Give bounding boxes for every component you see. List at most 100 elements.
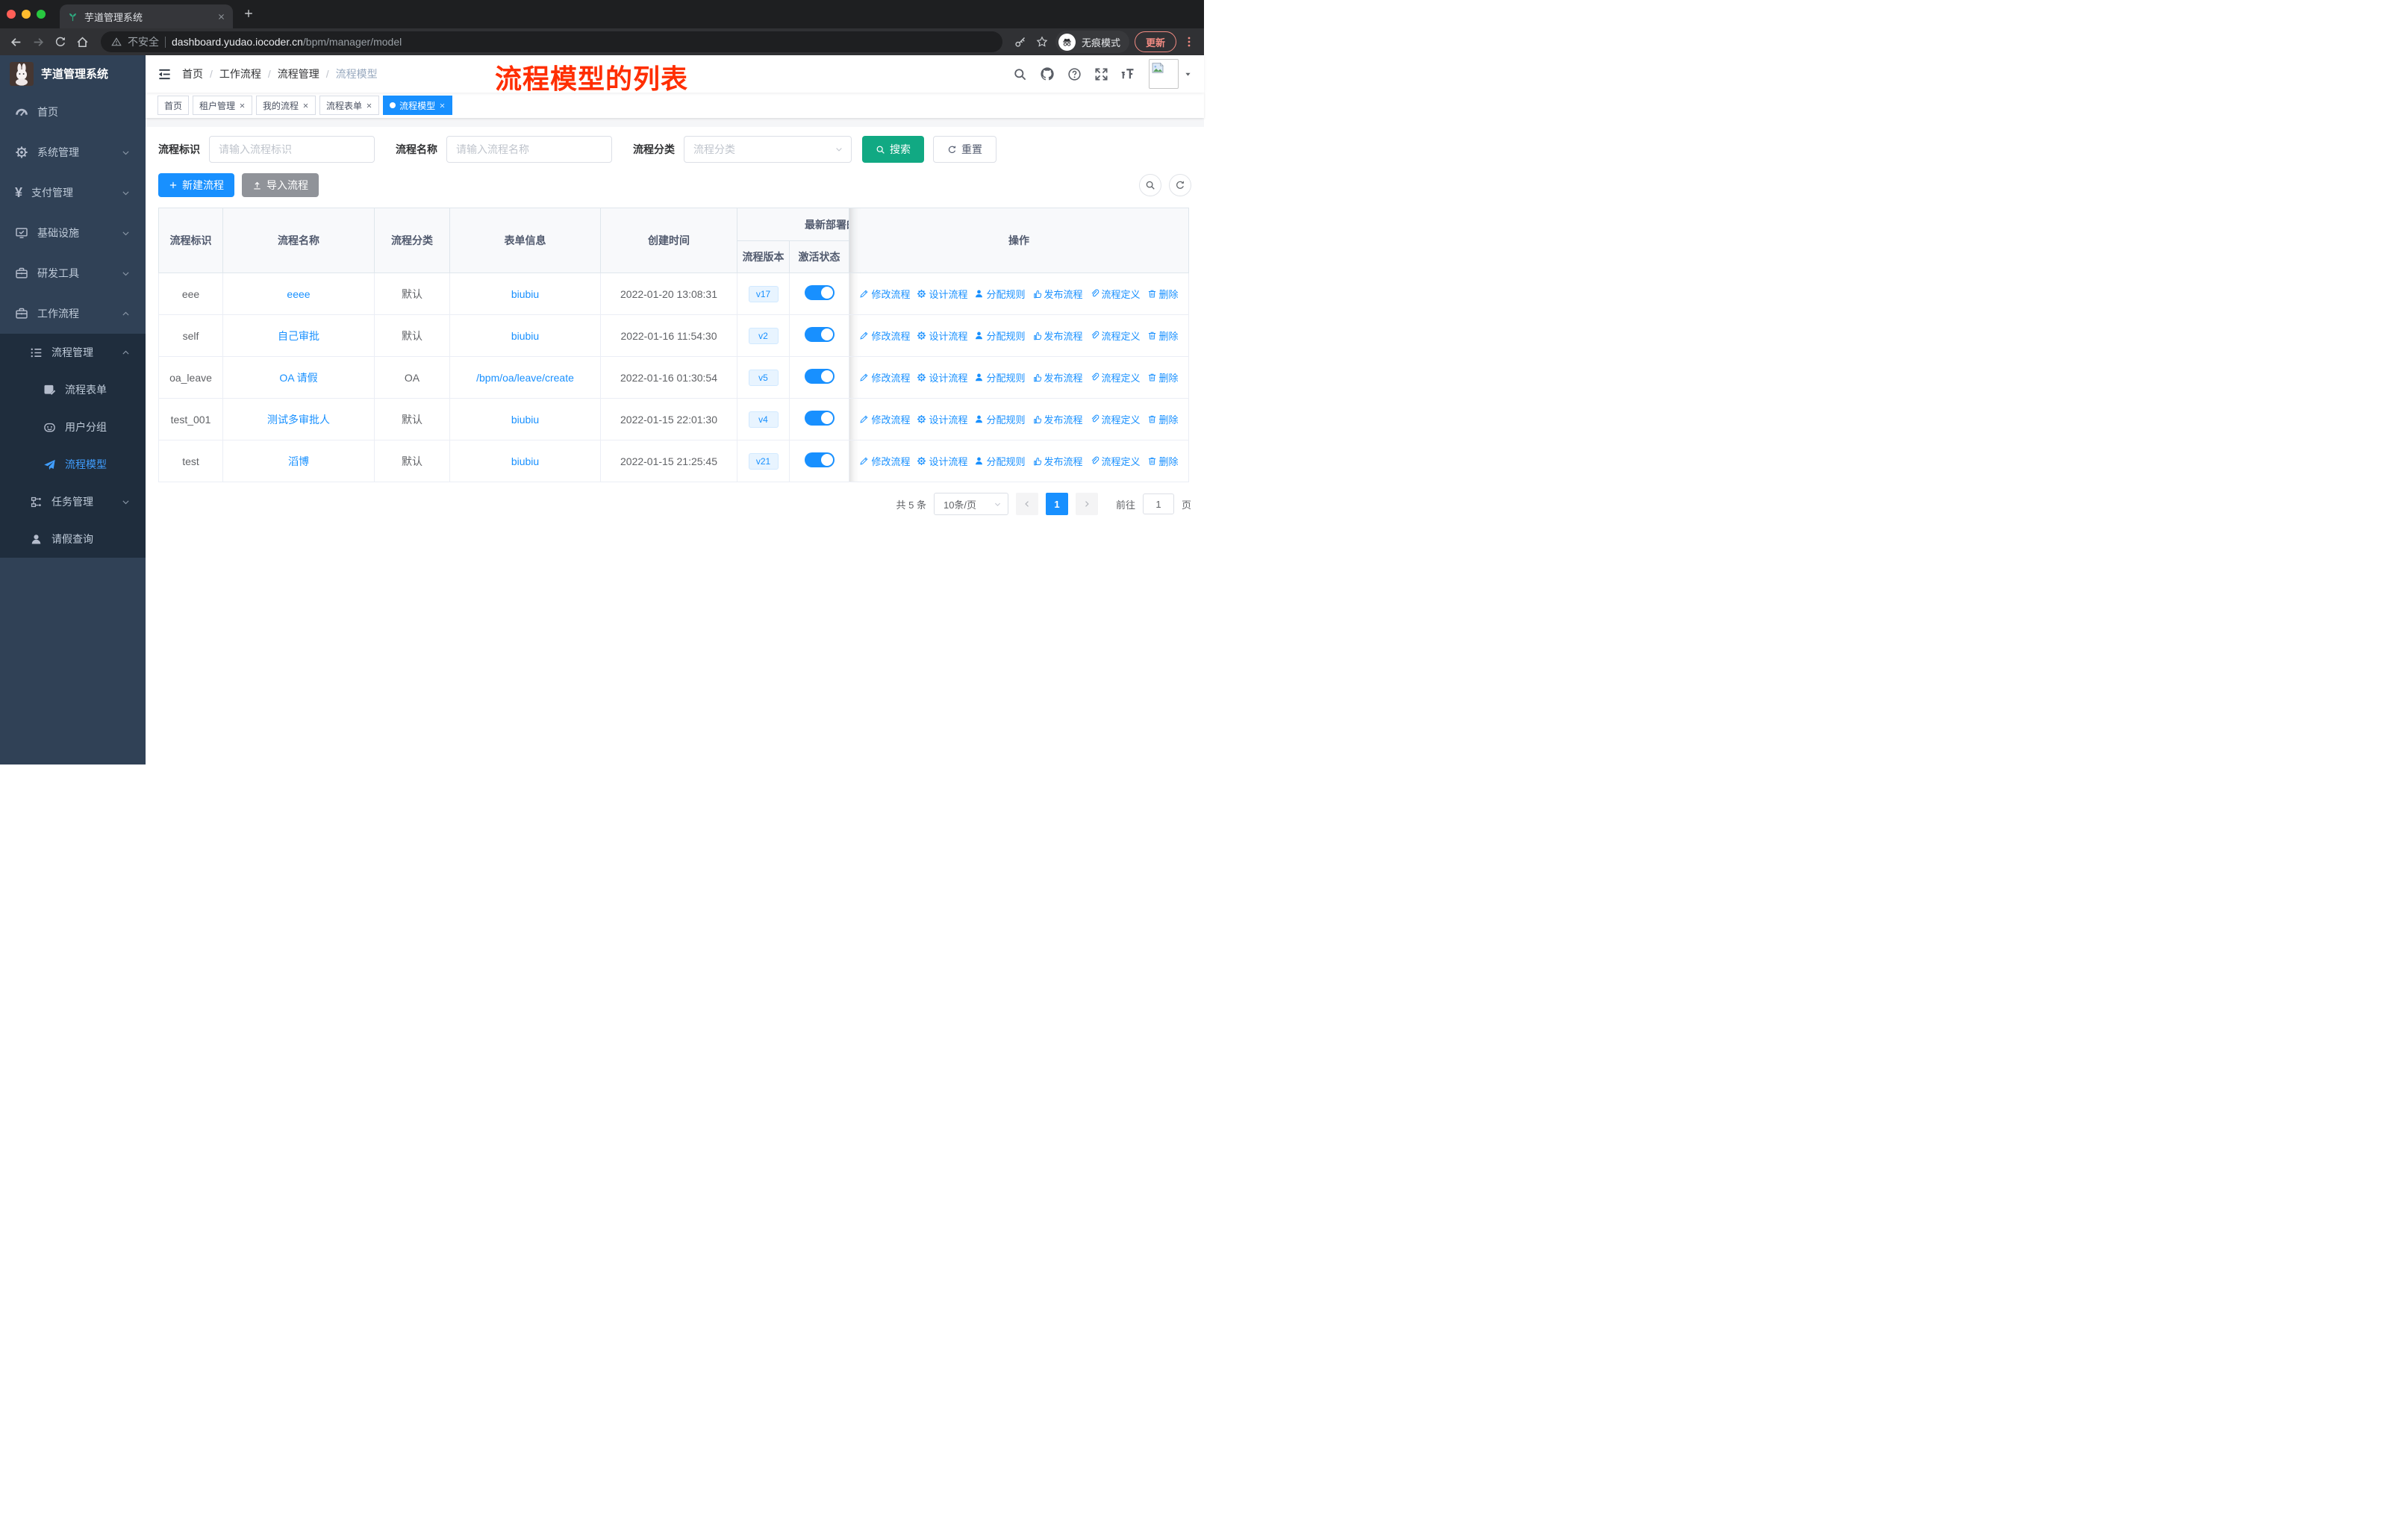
form-link[interactable]: biubiu [511,414,539,426]
active-toggle[interactable] [804,411,835,426]
action-definition[interactable]: 流程定义 [1090,412,1141,426]
sidebar-item-payment[interactable]: ¥ 支付管理 [0,172,146,213]
action-edit[interactable]: 修改流程 [859,287,910,301]
close-icon[interactable] [302,102,309,109]
action-design[interactable]: 设计流程 [917,287,967,301]
action-assign-rule[interactable]: 分配规则 [974,454,1026,468]
process-name-link[interactable]: OA 请假 [279,372,317,384]
version-badge[interactable]: v17 [748,285,779,302]
action-definition[interactable]: 流程定义 [1090,370,1141,384]
reload-icon[interactable] [52,34,69,50]
fullscreen-icon[interactable] [1094,67,1108,81]
prev-page-button[interactable] [1015,493,1038,515]
category-select[interactable]: 流程分类 [684,136,852,163]
action-design[interactable]: 设计流程 [917,412,967,426]
action-design[interactable]: 设计流程 [917,454,967,468]
goto-page-input[interactable] [1142,493,1174,514]
address-bar[interactable]: 不安全 dashboard.yudao.iocoder.cn/bpm/manag… [101,31,1002,52]
refresh-table-button[interactable] [1169,174,1191,196]
sidebar-item-process-mgmt[interactable]: 流程管理 [0,334,146,371]
close-icon[interactable] [439,102,446,109]
breadcrumb-home[interactable]: 首页 [182,66,203,81]
current-page[interactable]: 1 [1045,493,1068,515]
close-icon[interactable] [366,102,372,109]
action-definition[interactable]: 流程定义 [1090,454,1141,468]
action-delete[interactable]: 删除 [1147,287,1179,301]
action-publish[interactable]: 发布流程 [1032,370,1083,384]
process-name-link[interactable]: 滔博 [288,455,309,467]
version-badge[interactable]: v4 [748,411,779,428]
back-icon[interactable] [7,34,25,51]
form-link[interactable]: biubiu [511,455,539,467]
tag-process-model[interactable]: 流程模型 [383,96,453,115]
search-icon[interactable] [1013,67,1027,81]
action-design[interactable]: 设计流程 [917,328,967,343]
active-toggle[interactable] [804,285,835,300]
form-link[interactable]: biubiu [511,288,539,300]
action-definition[interactable]: 流程定义 [1090,328,1141,343]
action-delete[interactable]: 删除 [1147,328,1179,343]
action-publish[interactable]: 发布流程 [1032,328,1083,343]
version-badge[interactable]: v21 [748,452,779,470]
action-edit[interactable]: 修改流程 [859,454,910,468]
next-page-button[interactable] [1075,493,1098,515]
tag-my-process[interactable]: 我的流程 [256,96,316,115]
breadcrumb-workflow[interactable]: 工作流程 [219,66,261,81]
action-edit[interactable]: 修改流程 [859,370,910,384]
toggle-search-button[interactable] [1139,174,1161,196]
tag-process-form[interactable]: 流程表单 [319,96,380,115]
import-process-button[interactable]: 导入流程 [242,173,319,197]
window-close-button[interactable] [7,10,16,19]
close-icon[interactable] [239,102,246,109]
sidebar-item-process-form[interactable]: 流程表单 [0,371,146,408]
sidebar-collapse-icon[interactable] [157,67,172,81]
process-name-link[interactable]: 自己审批 [278,330,319,342]
sidebar-item-infra[interactable]: 基础设施 [0,213,146,253]
action-assign-rule[interactable]: 分配规则 [974,328,1026,343]
sidebar-item-process-model[interactable]: 流程模型 [0,446,146,483]
window-zoom-button[interactable] [37,10,46,19]
update-button[interactable]: 更新 [1134,31,1176,52]
sidebar-item-user-group[interactable]: 用户分组 [0,408,146,446]
help-icon[interactable] [1067,67,1082,81]
security-label[interactable]: 不安全 [128,34,159,49]
create-process-button[interactable]: 新建流程 [158,173,234,197]
browser-menu-kebab-icon[interactable] [1182,36,1197,48]
process-name-input[interactable] [446,136,612,163]
action-edit[interactable]: 修改流程 [859,412,910,426]
action-publish[interactable]: 发布流程 [1032,454,1083,468]
home-icon[interactable] [74,34,91,51]
forward-icon[interactable] [30,34,47,51]
process-key-input[interactable] [209,136,375,163]
action-definition[interactable]: 流程定义 [1090,287,1141,301]
tag-tenant[interactable]: 租户管理 [193,96,253,115]
bookmark-star-icon[interactable] [1034,34,1050,50]
process-name-link[interactable]: eeee [287,288,310,300]
sidebar-item-task-mgmt[interactable]: 任务管理 [0,483,146,520]
search-button[interactable]: 搜索 [862,136,924,163]
action-publish[interactable]: 发布流程 [1032,287,1083,301]
action-assign-rule[interactable]: 分配规则 [974,287,1026,301]
github-icon[interactable] [1040,66,1055,81]
user-avatar-menu[interactable] [1149,59,1192,89]
reset-button[interactable]: 重置 [933,136,996,163]
form-link[interactable]: /bpm/oa/leave/create [476,372,574,384]
sidebar-item-system[interactable]: 系统管理 [0,132,146,172]
tab-close-icon[interactable] [217,13,225,21]
action-delete[interactable]: 删除 [1147,454,1179,468]
tag-home[interactable]: 首页 [157,96,190,115]
action-delete[interactable]: 删除 [1147,412,1179,426]
sidebar-item-devtools[interactable]: 研发工具 [0,253,146,293]
sidebar-item-home[interactable]: 首页 [0,92,146,132]
new-tab-button[interactable] [243,7,254,20]
action-publish[interactable]: 发布流程 [1032,412,1083,426]
action-assign-rule[interactable]: 分配规则 [974,412,1026,426]
active-toggle[interactable] [804,369,835,384]
process-name-link[interactable]: 测试多审批人 [267,414,330,426]
browser-tab[interactable]: 芋道管理系统 [60,4,233,28]
action-assign-rule[interactable]: 分配规则 [974,370,1026,384]
action-edit[interactable]: 修改流程 [859,328,910,343]
breadcrumb-process-mgmt[interactable]: 流程管理 [278,66,319,81]
active-toggle[interactable] [804,452,835,467]
form-link[interactable]: biubiu [511,330,539,342]
